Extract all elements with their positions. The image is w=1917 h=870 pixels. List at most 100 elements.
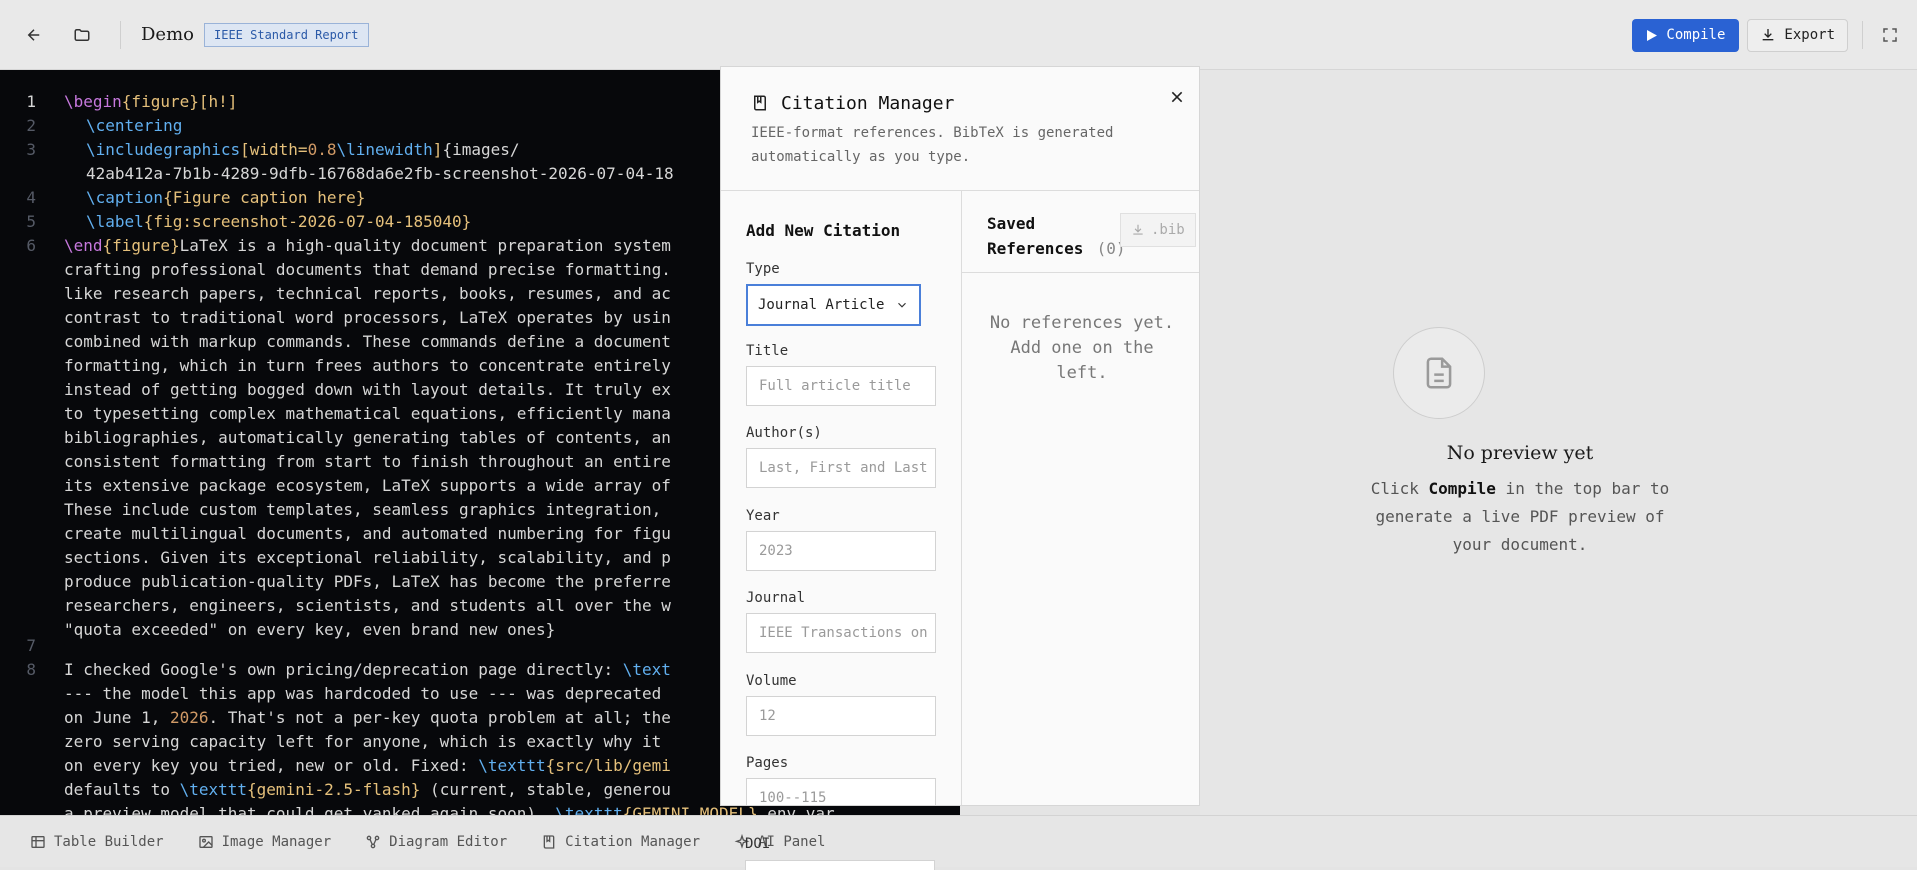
saved-references-panel: Saved References (0) .bib No references … [962,191,1199,805]
book-icon [751,93,769,117]
pages-label: Pages [746,755,789,771]
code-token: {figure} [102,236,180,255]
preview-title: No preview yet [1446,442,1594,464]
code-line: formatting, which in turn frees authors … [64,356,671,375]
code-token: \linewidth [336,140,433,159]
line-number: 2 [26,116,36,135]
code-line: \label{fig:screenshot-2026-07-04-185040} [86,210,471,234]
code-token: \caption [86,188,164,207]
code-token: {src/lib/gemi [545,756,671,775]
code-token: {figure} [121,92,199,111]
line-number: 5 [26,212,36,231]
code-line: instead of getting bogged down with layo… [64,380,671,399]
code-token: a preview model that could get yanked ag… [64,804,556,815]
code-line: 42ab412a-7b1b-4289-9dfb-16768da6e2fb-scr… [86,162,674,186]
expand-icon[interactable] [1863,0,1917,70]
code-line: produce publication-quality PDFs, LaTeX … [64,572,671,591]
tab-label: Diagram Editor [389,833,508,850]
year-label: Year [746,508,780,524]
code-token: {fig:screenshot-2026-07-04-185040} [143,212,472,231]
type-select[interactable]: Journal Article [746,284,921,326]
code-line: bibliographies, automatically generating… [64,428,671,447]
bottom-toolbar: Table Builder Image Manager Diagram Edit… [0,815,1917,867]
export-label: Export [1784,27,1835,43]
code-line: combined with markup commands. These com… [64,332,671,351]
play-icon [1647,29,1658,41]
doi-input[interactable] [745,860,935,870]
doi-label: DOI [745,836,771,852]
compile-button[interactable]: Compile [1632,18,1740,52]
authors-label: Author(s) [746,425,822,441]
dialog-title: Citation Manager [781,93,955,114]
code-token: \texttt [555,804,623,815]
code-token: I checked Google's own pricing/deprecati… [64,660,623,679]
document-title[interactable]: Demo [141,24,194,45]
line-number: 8 [26,660,36,679]
code-line: on June 1, 2026. That's not a per-key qu… [64,706,671,730]
divider [962,272,1199,273]
code-line: I checked Google's own pricing/deprecati… [64,658,671,682]
preview-pane: No preview yet Click Compile in the top … [1200,70,1917,815]
saved-heading-text: Saved References [987,214,1084,258]
year-input[interactable]: 2023 [746,531,936,571]
code-line: sections. Given its exceptional reliabil… [64,548,671,567]
tab-label: Image Manager [221,833,332,850]
tab-citation-manager[interactable]: Citation Manager [541,834,700,850]
code-token: 2026 [169,708,209,727]
line-number: 6 [26,236,36,255]
dialog-description: IEEE-format references. BibTeX is genera… [751,125,1114,165]
tab-image-manager[interactable]: Image Manager [198,833,332,850]
form-heading: Add New Citation [746,221,901,240]
code-token: {images/ [442,140,520,159]
saved-heading: Saved References (0) [987,211,1126,261]
code-token: ] [432,140,443,159]
download-icon [1133,224,1143,235]
code-line: create multilingual documents, and autom… [64,524,671,543]
code-token: \label [86,212,144,231]
code-token: [width= [240,140,308,159]
arrow-left-icon[interactable] [10,0,58,70]
tab-label: Table Builder [54,833,164,850]
pages-input[interactable]: 100--115 [746,778,936,805]
code-line: crafting professional documents that dem… [64,260,671,279]
code-line: \caption{Figure caption here} [86,186,365,210]
bib-label: .bib [1151,222,1185,238]
code-line: contrast to traditional word processors,… [64,308,671,327]
code-token: {gemini-2.5-flash} [247,780,421,799]
code-token: \text [622,660,671,679]
tab-diagram-editor[interactable]: Diagram Editor [365,834,507,850]
compile-label: Compile [1666,27,1726,43]
tab-table-builder[interactable]: Table Builder [30,834,164,850]
code-token: {Figure caption here} [163,188,366,207]
code-line: its extensive package ecosystem, LaTeX s… [64,476,671,495]
code-token: LaTeX is a high-quality document prepara… [179,236,671,255]
type-label: Type [746,261,780,277]
volume-input[interactable]: 12 [746,696,936,736]
add-citation-form: Add New Citation Type Journal Article Ti… [721,191,961,805]
tab-label: Citation Manager [565,833,701,850]
line-number: 4 [26,188,36,207]
close-icon[interactable] [1165,85,1189,109]
volume-label: Volume [746,673,797,689]
empty-state-text: No references yet. Add one on the left. [989,313,1175,383]
code-line: \includegraphics[width=0.8\linewidth]{im… [86,138,520,162]
code-token: \end [64,236,103,255]
download-bib-button[interactable]: .bib [1120,213,1196,247]
code-line: researchers, engineers, scientists, and … [64,596,671,615]
book-icon [543,834,555,849]
title-label: Title [746,343,789,359]
image-icon [198,835,213,848]
code-line: --- the model this app was hardcoded to … [64,684,662,703]
code-token: 42ab412a-7b1b-4289-9dfb-16768da6e2fb-scr… [86,164,674,183]
folder-icon[interactable] [58,0,106,70]
table-icon [31,835,45,848]
code-token: \texttt [478,756,546,775]
authors-input[interactable]: Last, First and Last [746,448,936,488]
code-token: . That's not a per-key quota problem at … [208,708,671,727]
journal-input[interactable]: IEEE Transactions on [746,613,936,653]
preview-hint-bold: Compile [1428,479,1496,498]
export-button[interactable]: Export [1747,18,1848,52]
chevron-down-icon [898,302,906,308]
title-input[interactable]: Full article title [746,366,936,406]
code-line: "quota exceeded" on every key, even bran… [64,620,556,639]
